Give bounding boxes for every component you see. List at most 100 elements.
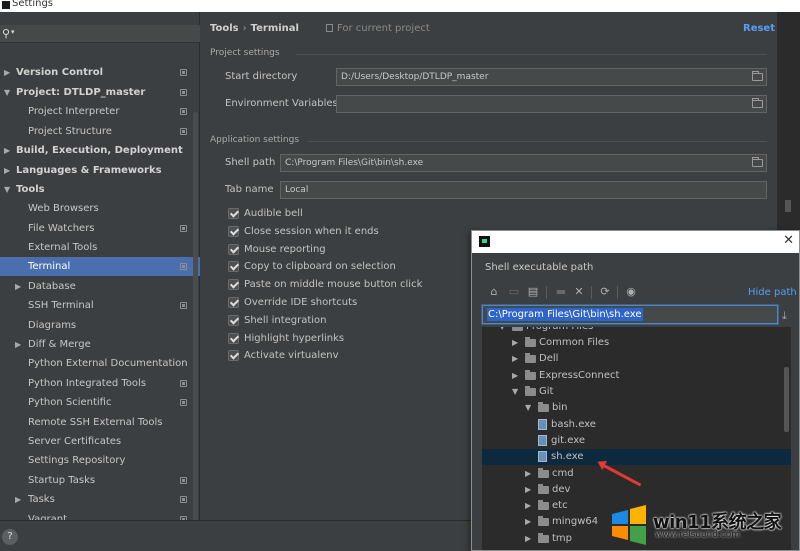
- expanded-arrow-icon[interactable]: ▼: [4, 83, 10, 102]
- tree-item-label: Settings Repository: [28, 455, 126, 466]
- settings-search-input[interactable]: ⚲ ▾: [0, 25, 200, 43]
- breadcrumb-separator: ›: [242, 23, 247, 34]
- expanded-arrow-icon[interactable]: ▼: [4, 180, 10, 199]
- file-tree-item[interactable]: ▶ ExpressConnect: [482, 368, 791, 384]
- folder-icon[interactable]: [752, 157, 763, 167]
- tree-item[interactable]: Settings Repository: [0, 451, 200, 470]
- file-tree-item[interactable]: bash.exe: [482, 417, 791, 433]
- tree-item[interactable]: ▶ Languages & Frameworks: [0, 161, 200, 180]
- tree-item[interactable]: Web Browsers: [0, 199, 200, 218]
- delete-icon[interactable]: ✕: [571, 284, 587, 300]
- desktop-icon[interactable]: ▭: [506, 284, 522, 300]
- collapsed-arrow-icon[interactable]: ▶: [525, 514, 531, 530]
- collapsed-arrow-icon[interactable]: ▶: [525, 466, 531, 482]
- expanded-arrow-icon[interactable]: ▼: [525, 400, 531, 416]
- checkbox-checked-icon[interactable]: [228, 279, 239, 291]
- file-tree-item[interactable]: ▼ Git: [482, 384, 791, 400]
- tree-item[interactable]: Terminal: [0, 257, 200, 276]
- collapsed-arrow-icon[interactable]: ▶: [525, 482, 531, 498]
- collapsed-arrow-icon[interactable]: ▶: [15, 277, 21, 296]
- project-settings-header: Project settings: [210, 48, 280, 58]
- tree-item[interactable]: Python External Documentation: [0, 354, 200, 373]
- show-hidden-icon[interactable]: ◉: [623, 284, 639, 300]
- home-icon[interactable]: ⌂: [486, 284, 502, 300]
- file-tree-item[interactable]: ▶ Dell: [482, 351, 791, 367]
- checkbox-checked-icon[interactable]: [228, 243, 239, 255]
- shell-path-field[interactable]: C:\Program Files\Git\bin\sh.exe: [280, 154, 767, 172]
- file-tree-item[interactable]: ▶ Common Files: [482, 335, 791, 351]
- file-tree-item[interactable]: ▼ Program Files: [482, 327, 791, 335]
- tree-item[interactable]: Server Certificates: [0, 432, 200, 451]
- hide-path-link[interactable]: Hide path: [748, 287, 797, 298]
- checkbox-checked-icon[interactable]: [228, 297, 239, 308]
- tree-item-label: Tasks: [28, 494, 55, 505]
- tree-item-label: Startup Tasks: [28, 475, 96, 486]
- collapsed-arrow-icon[interactable]: ▶: [15, 335, 21, 354]
- tree-item[interactable]: ▼ Project: DTLDP_master: [0, 83, 200, 102]
- tree-item[interactable]: SSH Terminal: [0, 296, 200, 315]
- expanded-arrow-icon[interactable]: ▼: [499, 327, 505, 335]
- tree-item[interactable]: ▼ Tools: [0, 180, 200, 199]
- file-tree-item-label: bin: [552, 402, 568, 413]
- collapsed-arrow-icon[interactable]: ▶: [512, 335, 518, 351]
- collapsed-arrow-icon[interactable]: ▶: [4, 161, 10, 180]
- tree-scrollbar[interactable]: [193, 112, 198, 522]
- tree-item[interactable]: Project Structure: [0, 122, 200, 141]
- tree-item[interactable]: Python Scientific: [0, 393, 200, 412]
- refresh-icon[interactable]: ⟳: [597, 284, 613, 300]
- tree-item[interactable]: ▶ Version Control: [0, 63, 200, 82]
- folder-icon: [538, 500, 549, 510]
- window-title: Settings: [12, 0, 54, 9]
- file-tree-item-label: ExpressConnect: [539, 370, 620, 381]
- checkbox-checked-icon[interactable]: [228, 332, 239, 344]
- start-directory-value: D:/Users/Desktop/DTLDP_master: [341, 72, 489, 82]
- collapsed-arrow-icon[interactable]: ▶: [525, 531, 531, 547]
- download-icon[interactable]: ⤓: [782, 309, 787, 323]
- tree-item[interactable]: File Watchers: [0, 219, 200, 238]
- scope-label: For current project: [326, 23, 430, 34]
- project-scope-icon: [180, 89, 187, 96]
- collapsed-arrow-icon[interactable]: ▶: [4, 63, 10, 82]
- tree-item[interactable]: Diagrams: [0, 316, 200, 335]
- close-icon[interactable]: ✕: [783, 233, 794, 248]
- collapsed-arrow-icon[interactable]: ▶: [512, 351, 518, 367]
- collapsed-arrow-icon[interactable]: ▶: [4, 141, 10, 160]
- checkbox-checked-icon[interactable]: [228, 350, 239, 362]
- collapsed-arrow-icon[interactable]: ▶: [512, 368, 518, 384]
- project-icon[interactable]: ▤: [525, 284, 541, 300]
- tree-item[interactable]: Project Interpreter: [0, 102, 200, 121]
- tree-item[interactable]: Remote SSH External Tools: [0, 413, 200, 432]
- environment-variables-field[interactable]: [336, 95, 767, 113]
- tree-item[interactable]: ▶ Tasks: [0, 490, 200, 509]
- folder-icon[interactable]: [752, 98, 763, 108]
- checkbox-checked-icon[interactable]: [228, 208, 239, 219]
- checkbox-label: Audible bell: [244, 208, 303, 219]
- checkbox-checked-icon[interactable]: [228, 225, 239, 237]
- reset-link[interactable]: Reset: [743, 23, 775, 34]
- collapsed-arrow-icon[interactable]: ▶: [525, 498, 531, 514]
- scrollbar-thumb[interactable]: [785, 200, 791, 212]
- file-tree-item[interactable]: git.exe: [482, 433, 791, 449]
- start-directory-field[interactable]: D:/Users/Desktop/DTLDP_master: [336, 68, 767, 86]
- tree-item[interactable]: ▶ Database: [0, 277, 200, 296]
- folder-icon[interactable]: [752, 71, 763, 81]
- file-tree-item[interactable]: ▶ cmd: [482, 466, 791, 482]
- expanded-arrow-icon[interactable]: ▼: [512, 384, 518, 400]
- document-icon: [326, 24, 333, 32]
- help-button[interactable]: ?: [2, 529, 18, 545]
- file-tree-item[interactable]: sh.exe: [482, 449, 791, 465]
- path-input[interactable]: C:\Program Files\Git\bin\sh.exe: [482, 305, 778, 324]
- tree-item[interactable]: Python Integrated Tools: [0, 374, 200, 393]
- tab-name-field[interactable]: Local: [280, 181, 767, 199]
- checkbox-checked-icon[interactable]: [228, 261, 239, 273]
- tree-item-label: External Tools: [28, 242, 98, 253]
- tree-item[interactable]: ▶ Diff & Merge: [0, 335, 200, 354]
- file-tree-scrollbar[interactable]: [784, 367, 789, 432]
- collapsed-arrow-icon[interactable]: ▶: [15, 490, 21, 509]
- checkbox-checked-icon[interactable]: [228, 314, 239, 326]
- file-tree-item[interactable]: ▼ bin: [482, 400, 791, 416]
- new-folder-icon[interactable]: ▬: [553, 284, 569, 300]
- tree-item[interactable]: External Tools: [0, 238, 200, 257]
- tree-item[interactable]: Startup Tasks: [0, 471, 200, 490]
- tree-item[interactable]: ▶ Build, Execution, Deployment: [0, 141, 200, 160]
